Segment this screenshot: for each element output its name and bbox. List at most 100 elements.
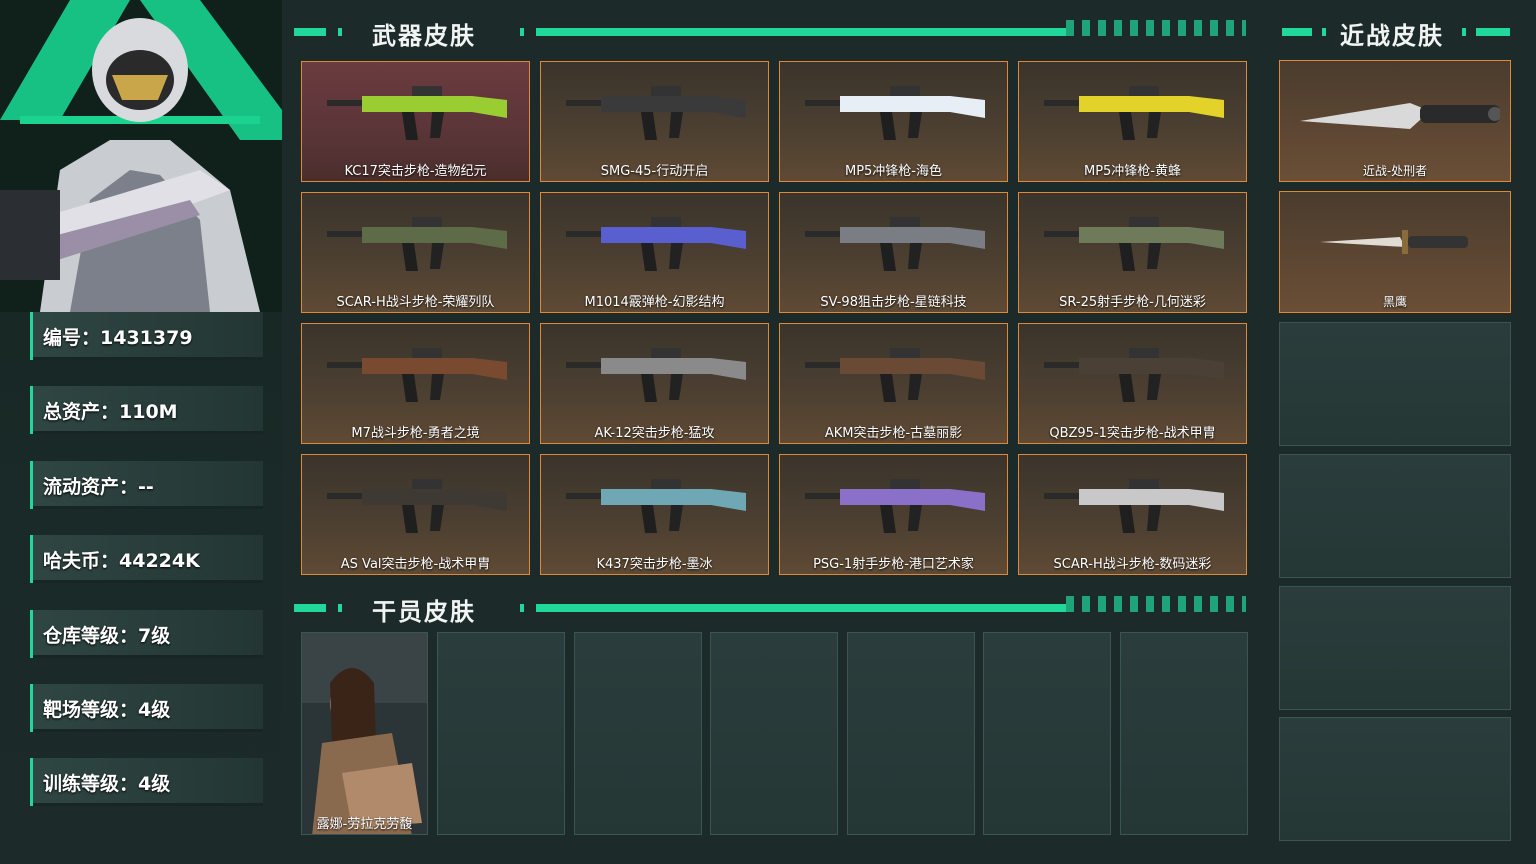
empty-melee-slot[interactable]	[1279, 586, 1511, 710]
header-accent	[1462, 28, 1466, 36]
stat-player-id: 编号：1431379	[30, 312, 263, 360]
weapons-title: 武器皮肤	[372, 22, 476, 50]
weapon-skin-name: AKM突击步枪-古墓丽影	[824, 426, 963, 441]
weapon-skin-name: KC17突击步枪-造物纪元	[344, 164, 487, 179]
weapon-skin-name: AK-12突击步枪-猛攻	[594, 426, 715, 441]
empty-operator-slot[interactable]	[983, 632, 1111, 835]
rifle-icon	[566, 86, 746, 140]
weapon-skin-card[interactable]: AKM突击步枪-古墓丽影	[779, 323, 1008, 444]
header-checker	[1066, 20, 1246, 36]
melee-card[interactable]: 近战-处刑者	[1279, 60, 1511, 182]
stat-label: 训练等级：4级	[43, 773, 171, 795]
weapon-skin-card[interactable]: K437突击步枪-墨冰	[540, 454, 769, 575]
operator-portrait	[302, 633, 427, 834]
melee-header: 近战皮肤	[1278, 16, 1518, 50]
header-accent	[520, 604, 524, 612]
rifle-icon	[805, 217, 985, 271]
header-accent	[338, 604, 342, 612]
stat-label: 靶场等级：4级	[43, 699, 171, 721]
melee-name: 近战-处刑者	[1362, 164, 1428, 178]
weapon-skin-name: PSG-1射手步枪-港口艺术家	[813, 557, 974, 572]
header-accent	[1322, 28, 1326, 36]
weapon-skin-card[interactable]: M7战斗步枪-勇者之境	[301, 323, 530, 444]
weapon-skin-name: M7战斗步枪-勇者之境	[351, 426, 480, 441]
rifle-icon	[1044, 86, 1224, 140]
weapon-skin-card[interactable]: SCAR-H战斗步枪-数码迷彩	[1018, 454, 1247, 575]
header-accent	[520, 28, 524, 36]
melee-card[interactable]: 黑鹰	[1279, 191, 1511, 313]
weapon-skin-name: SCAR-H战斗步枪-荣耀列队	[336, 295, 495, 310]
empty-melee-slot[interactable]	[1279, 454, 1511, 578]
stat-label: 编号：1431379	[43, 327, 193, 349]
header-accent	[1476, 28, 1510, 36]
rifle-icon	[566, 479, 746, 533]
weapon-skin-card[interactable]: AS Val突击步枪-战术甲胄	[301, 454, 530, 575]
header-accent	[294, 28, 326, 36]
rifle-icon	[327, 86, 507, 140]
empty-operator-slot[interactable]	[847, 632, 975, 835]
rifle-icon	[566, 217, 746, 271]
header-accent	[1282, 28, 1312, 36]
weapon-skin-name: MP5冲锋枪-黄蜂	[1083, 164, 1182, 179]
operators-header: 干员皮肤	[290, 592, 1250, 626]
weapon-skin-name: QBZ95-1突击步枪-战术甲胄	[1049, 426, 1216, 441]
weapon-skin-card[interactable]: PSG-1射手步枪-港口艺术家	[779, 454, 1008, 575]
weapon-skin-name: SMG-45-行动开启	[600, 164, 709, 179]
rifle-icon	[327, 348, 507, 402]
weapon-skin-name: M1014霰弹枪-幻影结构	[584, 295, 725, 310]
weapon-skin-name: AS Val突击步枪-战术甲胄	[340, 557, 491, 572]
weapon-skin-card[interactable]: MP5冲锋枪-海色	[779, 61, 1008, 182]
stat-hafu-coins: 哈夫币：44224K	[30, 535, 263, 583]
rifle-icon	[1044, 217, 1224, 271]
operator-card[interactable]: 露娜-劳拉克劳馥	[301, 632, 428, 835]
empty-melee-slot[interactable]	[1279, 717, 1511, 841]
weapon-skin-name: MP5冲锋枪-海色	[844, 164, 943, 179]
stat-training-level: 训练等级：4级	[30, 758, 263, 806]
header-accent	[294, 604, 326, 612]
operator-name: 露娜-劳拉克劳馥	[316, 817, 413, 832]
header-accent	[338, 28, 342, 36]
weapon-skin-card[interactable]: SMG-45-行动开启	[540, 61, 769, 182]
weapon-skin-card[interactable]: AK-12突击步枪-猛攻	[540, 323, 769, 444]
rifle-icon	[805, 479, 985, 533]
weapon-skin-name: SV-98狙击步枪-星链科技	[820, 295, 967, 310]
weapon-skin-card[interactable]: KC17突击步枪-造物纪元	[301, 61, 530, 182]
empty-operator-slot[interactable]	[437, 632, 565, 835]
weapons-header: 武器皮肤	[290, 16, 1250, 50]
header-checker	[1066, 596, 1246, 612]
empty-operator-slot[interactable]	[710, 632, 838, 835]
stat-warehouse-level: 仓库等级：7级	[30, 610, 263, 658]
empty-melee-slot[interactable]	[1279, 322, 1511, 446]
weapon-skin-name: SCAR-H战斗步枪-数码迷彩	[1053, 557, 1212, 572]
stat-liquid-assets: 流动资产：--	[30, 461, 263, 509]
weapon-skin-card[interactable]: QBZ95-1突击步枪-战术甲胄	[1018, 323, 1247, 444]
rifle-icon	[1044, 479, 1224, 533]
knife-icon	[1320, 230, 1468, 254]
weapon-skin-card[interactable]: SV-98狙击步枪-星链科技	[779, 192, 1008, 313]
rifle-icon	[805, 348, 985, 402]
empty-operator-slot[interactable]	[1120, 632, 1248, 835]
melee-name: 黑鹰	[1382, 295, 1407, 309]
empty-operator-slot[interactable]	[574, 632, 702, 835]
header-bar	[536, 604, 1066, 612]
melee-title: 近战皮肤	[1340, 22, 1444, 50]
stat-label: 流动资产：--	[43, 476, 154, 498]
weapon-skin-name: SR-25射手步枪-几何迷彩	[1059, 295, 1206, 310]
weapon-skin-card[interactable]: MP5冲锋枪-黄蜂	[1018, 61, 1247, 182]
stat-label: 仓库等级：7级	[43, 625, 171, 647]
stat-total-assets: 总资产：110M	[30, 386, 263, 434]
stat-range-level: 靶场等级：4级	[30, 684, 263, 732]
stat-label: 总资产：110M	[43, 401, 178, 423]
weapon-skin-card[interactable]: M1014霰弹枪-幻影结构	[540, 192, 769, 313]
header-bar	[536, 28, 1066, 36]
rifle-icon	[327, 217, 507, 271]
operator-avatar	[0, 0, 282, 312]
weapon-skin-card[interactable]: SCAR-H战斗步枪-荣耀列队	[301, 192, 530, 313]
weapon-skin-name: K437突击步枪-墨冰	[596, 557, 713, 572]
rifle-icon	[805, 86, 985, 140]
weapon-skin-card[interactable]: SR-25射手步枪-几何迷彩	[1018, 192, 1247, 313]
avatar-artwork	[0, 0, 282, 312]
rifle-icon	[566, 348, 746, 402]
knife-icon	[1300, 103, 1500, 129]
rifle-icon	[1044, 348, 1224, 402]
